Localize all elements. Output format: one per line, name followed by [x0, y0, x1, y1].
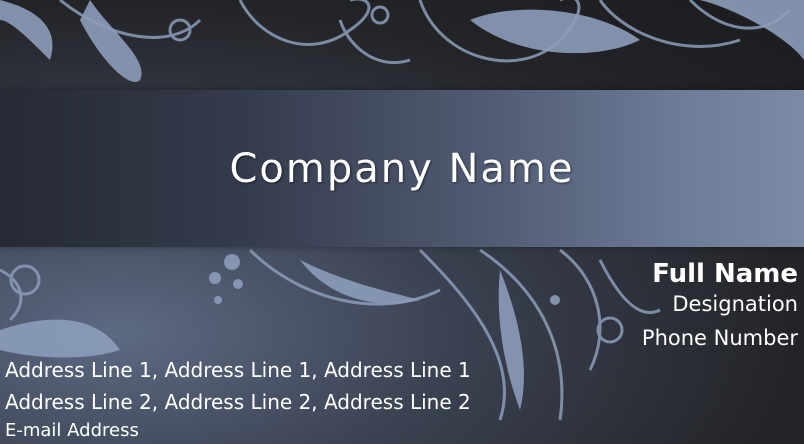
contact-person-block: Full Name Designation Phone Number: [642, 259, 798, 353]
email-address: E-mail Address: [5, 420, 139, 441]
company-name: Company Name: [229, 146, 575, 192]
phone-number: Phone Number: [641, 326, 798, 350]
address-line-1: Address Line 1, Address Line 1, Address …: [5, 358, 471, 382]
address-line-2: Address Line 2, Address Line 2, Address …: [5, 390, 471, 414]
business-card: Company Name Full Name Designation Phone…: [0, 0, 804, 444]
address-block: Address Line 1, Address Line 1, Address …: [5, 354, 471, 443]
full-name: Full Name: [652, 259, 798, 289]
designation: Designation: [672, 292, 798, 316]
